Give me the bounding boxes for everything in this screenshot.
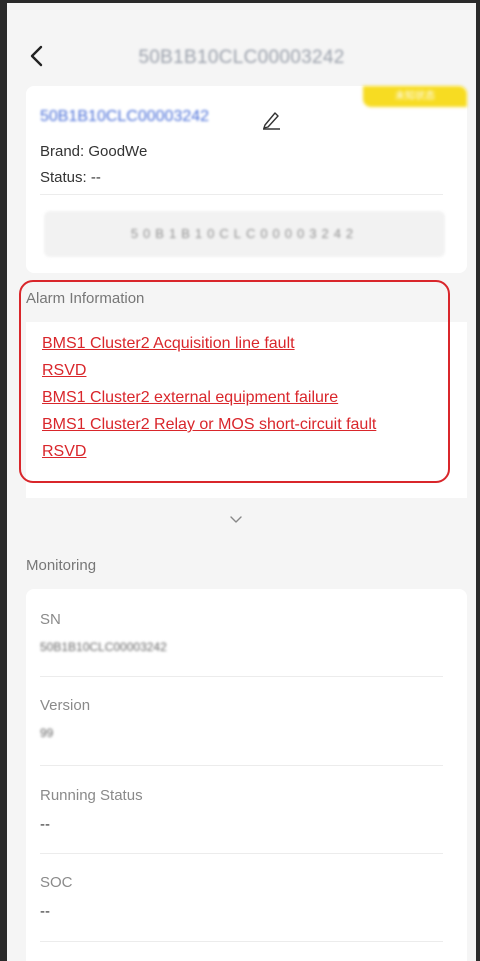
page-title: 50B1B10CLC00003242	[138, 47, 345, 68]
field-label: Running Status	[40, 787, 143, 804]
alarm-link[interactable]: RSVD	[42, 362, 86, 379]
list-item: BMS1 Cluster2 Acquisition line fault	[42, 334, 376, 361]
field-label: SOC	[40, 874, 73, 891]
divider	[40, 194, 443, 195]
device-brand: Brand: GoodWe	[40, 143, 148, 160]
alarm-link[interactable]: BMS1 Cluster2 Relay or MOS short-circuit…	[42, 416, 376, 433]
field-running-status: Running Status --	[40, 787, 143, 833]
field-label: Version	[40, 697, 91, 714]
divider	[40, 853, 443, 854]
chevron-down-icon[interactable]	[228, 514, 244, 526]
list-item: BMS1 Cluster2 Relay or MOS short-circuit…	[42, 415, 376, 442]
field-value: --	[40, 903, 50, 920]
field-value: 99	[40, 726, 54, 740]
divider	[40, 941, 443, 942]
alarm-link[interactable]: BMS1 Cluster2 Acquisition line fault	[42, 335, 295, 352]
monitoring-card: SN 50B1B10CLC00003242 Version 99 Running…	[26, 589, 467, 961]
divider	[40, 676, 443, 677]
device-sn-link[interactable]: 50B1B10CLC00003242	[40, 108, 209, 126]
status-badge: 未知状态	[363, 86, 467, 107]
list-item: BMS1 Cluster2 external equipment failure	[42, 388, 376, 415]
alarm-link[interactable]: RSVD	[42, 443, 86, 460]
field-value: 50B1B10CLC00003242	[40, 640, 167, 654]
alarm-list: BMS1 Cluster2 Acquisition line fault RSV…	[42, 334, 376, 469]
list-item: RSVD	[42, 442, 376, 469]
field-version: Version 99	[40, 697, 90, 740]
edit-icon[interactable]	[260, 108, 282, 130]
field-soc: SOC --	[40, 874, 73, 920]
device-card: 未知状态 50B1B10CLC00003242 Brand: GoodWe St…	[26, 86, 467, 273]
device-status: Status: --	[40, 169, 101, 186]
monitoring-section-title: Monitoring	[26, 557, 97, 574]
page-header: 50B1B10CLC00003242	[7, 3, 476, 87]
alarm-link[interactable]: BMS1 Cluster2 external equipment failure	[42, 389, 338, 406]
window-frame-left	[0, 0, 7, 961]
alarm-section-title: Alarm Information	[26, 290, 145, 307]
divider	[40, 765, 443, 766]
field-label: SN	[40, 611, 61, 628]
field-value: --	[40, 816, 50, 833]
window-frame-right	[476, 0, 480, 961]
list-item: RSVD	[42, 361, 376, 388]
field-sn: SN 50B1B10CLC00003242	[40, 611, 167, 654]
device-sn-box: 50B1B10CLC00003242	[44, 211, 445, 257]
